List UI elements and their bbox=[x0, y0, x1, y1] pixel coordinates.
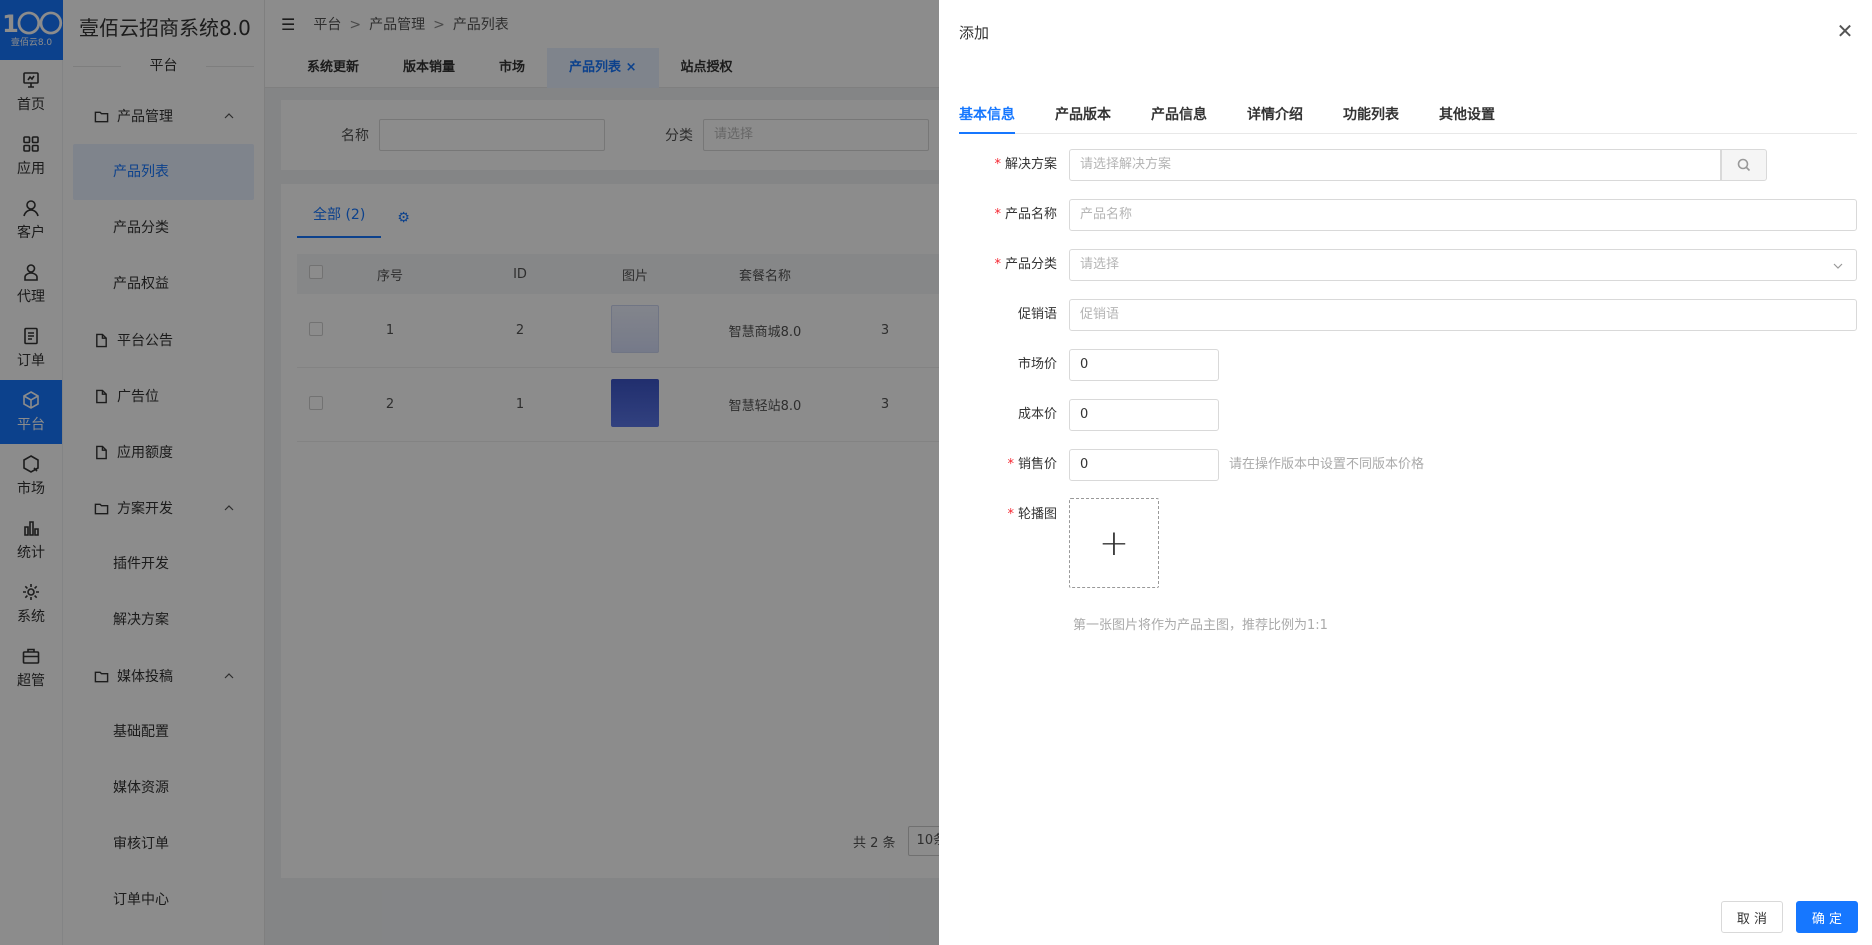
field-label: * 产品分类 bbox=[994, 257, 1057, 272]
solution-input[interactable]: 请选择解决方案 bbox=[1069, 149, 1721, 181]
search-icon bbox=[1737, 158, 1751, 172]
field-label: * 产品名称 bbox=[994, 207, 1057, 222]
tab-detail-intro[interactable]: 详情介绍 bbox=[1247, 104, 1303, 133]
add-drawer: 添加 ✕ 基本信息 产品版本 产品信息 详情介绍 功能列表 其他设置 * 解决方案… bbox=[939, 0, 1872, 945]
tab-basic-info[interactable]: 基本信息 bbox=[959, 104, 1015, 134]
tab-product-info[interactable]: 产品信息 bbox=[1151, 104, 1207, 133]
cancel-button[interactable]: 取 消 bbox=[1721, 901, 1783, 933]
required-mark: * bbox=[1007, 457, 1014, 472]
sale-price-hint: 请在操作版本中设置不同版本价格 bbox=[1229, 457, 1425, 472]
plus-icon: + bbox=[1098, 522, 1130, 564]
required-mark: * bbox=[994, 207, 1001, 222]
chevron-down-icon bbox=[1833, 263, 1843, 269]
form-row-market-price: 市场价 0 bbox=[959, 348, 1857, 382]
select-placeholder: 请选择 bbox=[1080, 257, 1120, 272]
form-row-carousel: * 轮播图 + bbox=[959, 498, 1857, 592]
cost-price-input[interactable]: 0 bbox=[1069, 399, 1219, 431]
tab-other-settings[interactable]: 其他设置 bbox=[1439, 104, 1495, 133]
form-row-promo: 促销语 促销语 bbox=[959, 298, 1857, 332]
field-label: * 轮播图 bbox=[1007, 507, 1057, 522]
field-label: * 销售价 bbox=[1007, 457, 1057, 472]
sale-price-input[interactable]: 0 bbox=[1069, 449, 1219, 481]
form-row-product-category: * 产品分类 请选择 bbox=[959, 248, 1857, 282]
drawer-title: 添加 bbox=[959, 24, 990, 42]
drawer-tabs: 基本信息 产品版本 产品信息 详情介绍 功能列表 其他设置 bbox=[959, 104, 1857, 134]
field-label: * 解决方案 bbox=[994, 157, 1057, 172]
form-row-solution: * 解决方案 请选择解决方案 bbox=[959, 148, 1857, 182]
confirm-button[interactable]: 确 定 bbox=[1796, 901, 1858, 933]
field-label: 促销语 bbox=[1017, 307, 1057, 322]
required-mark: * bbox=[994, 157, 1001, 172]
field-label: 市场价 bbox=[1017, 357, 1057, 372]
required-mark: * bbox=[1007, 507, 1014, 522]
required-mark: * bbox=[994, 257, 1001, 272]
solution-search-button[interactable] bbox=[1721, 149, 1767, 181]
carousel-upload-button[interactable]: + bbox=[1069, 498, 1159, 588]
field-label: 成本价 bbox=[1017, 407, 1057, 422]
tab-feature-list[interactable]: 功能列表 bbox=[1343, 104, 1399, 133]
product-category-select[interactable]: 请选择 bbox=[1069, 249, 1857, 281]
market-price-input[interactable]: 0 bbox=[1069, 349, 1219, 381]
form-row-product-name: * 产品名称 产品名称 bbox=[959, 198, 1857, 232]
form-row-cost-price: 成本价 0 bbox=[959, 398, 1857, 432]
close-icon[interactable]: ✕ bbox=[1834, 19, 1856, 43]
product-name-input[interactable]: 产品名称 bbox=[1069, 199, 1857, 231]
carousel-hint: 第一张图片将作为产品主图，推荐比例为1:1 bbox=[1073, 618, 1328, 633]
form-row-sale-price: * 销售价 0 请在操作版本中设置不同版本价格 bbox=[959, 448, 1857, 482]
promo-input[interactable]: 促销语 bbox=[1069, 299, 1857, 331]
tab-product-version[interactable]: 产品版本 bbox=[1055, 104, 1111, 133]
